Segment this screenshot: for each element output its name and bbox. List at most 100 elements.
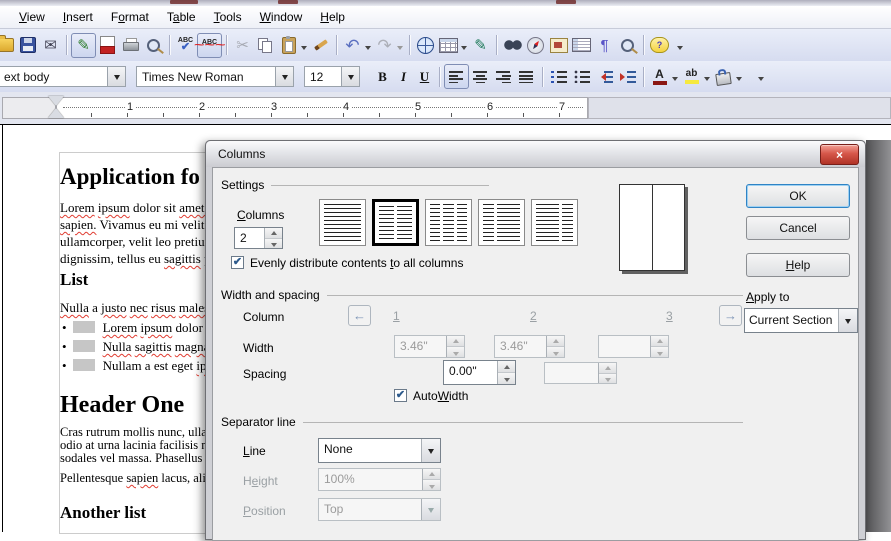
ruler-tabstops: [91, 113, 577, 117]
preset-left-narrow[interactable]: [478, 199, 525, 246]
indent-marker[interactable]: [48, 96, 64, 120]
highlighting-dropdown-icon[interactable]: [704, 77, 710, 84]
gallery-icon[interactable]: [547, 34, 570, 57]
dialog-body: Settings Columns 2 ✔ Evenly distribute c…: [212, 167, 859, 541]
column-number-2: 2: [530, 309, 537, 323]
toolbar-separator: [542, 67, 543, 87]
dropdown-arrow-icon[interactable]: [421, 439, 440, 462]
increase-indent-icon[interactable]: [616, 65, 639, 88]
preset-right-narrow[interactable]: [531, 199, 578, 246]
menu-tools[interactable]: Tools: [205, 8, 251, 26]
bullet-list-icon[interactable]: [570, 65, 593, 88]
data-sources-icon[interactable]: [570, 34, 593, 57]
help-icon[interactable]: ?: [648, 34, 671, 57]
font-color-icon[interactable]: A: [648, 65, 671, 88]
copy-icon[interactable]: [254, 34, 277, 57]
menu-format[interactable]: Format: [102, 8, 158, 26]
menu-window[interactable]: Window: [251, 8, 312, 26]
undo-dropdown-icon[interactable]: [365, 46, 371, 53]
toolbar-separator: [496, 35, 497, 55]
spinner-arrows[interactable]: [497, 361, 515, 384]
print-icon[interactable]: [119, 34, 142, 57]
paste-icon[interactable]: [277, 34, 300, 57]
formatting-marks-icon[interactable]: ¶: [593, 34, 616, 57]
menu-table[interactable]: Table: [158, 8, 205, 26]
align-left-icon[interactable]: [444, 64, 469, 89]
page-preview-icon[interactable]: [142, 34, 165, 57]
find-replace-icon[interactable]: [501, 34, 524, 57]
distribute-checkbox[interactable]: ✔: [231, 256, 244, 269]
insert-table-icon[interactable]: [437, 34, 460, 57]
highlighting-icon[interactable]: ab: [680, 65, 703, 88]
font-name-combo[interactable]: Times New Roman: [136, 66, 294, 87]
autowidth-label[interactable]: AutoWidth: [413, 389, 468, 403]
size-dropdown-icon[interactable]: [341, 67, 359, 86]
ruler-number: 3: [269, 101, 279, 113]
numbered-list-icon[interactable]: [547, 65, 570, 88]
ruler-number: 1: [125, 101, 135, 113]
width-row-label: Width: [243, 341, 274, 355]
spin-down-icon[interactable]: [265, 239, 282, 249]
edit-mode-icon[interactable]: ✎: [71, 33, 96, 58]
navigator-icon[interactable]: [524, 34, 547, 57]
align-center-icon[interactable]: [469, 65, 492, 88]
columns-count-spinner[interactable]: 2: [234, 227, 283, 249]
spin-up-icon[interactable]: [265, 228, 282, 239]
ruler-number: 4: [341, 101, 351, 113]
zoom-icon[interactable]: [616, 34, 639, 57]
toolbar-overflow-icon[interactable]: [677, 46, 683, 53]
ruler-scale: 1 2 3 4 5 6 7: [56, 97, 588, 119]
close-icon[interactable]: ×: [820, 144, 859, 165]
line-style-dropdown[interactable]: None: [318, 438, 441, 463]
distribute-label[interactable]: Evenly distribute contents to all column…: [250, 256, 463, 270]
italic-button[interactable]: I: [393, 66, 414, 87]
clone-formatting-icon[interactable]: [309, 34, 332, 57]
apply-to-dropdown[interactable]: Current Section: [744, 308, 858, 333]
email-icon[interactable]: ✉: [39, 34, 62, 57]
spinner-arrows[interactable]: [264, 228, 282, 248]
menu-help[interactable]: Help: [311, 8, 354, 26]
scroll-columns-left-icon[interactable]: ←: [348, 305, 371, 326]
preset-one-column[interactable]: [319, 199, 366, 246]
dialog-titlebar[interactable]: Columns: [206, 141, 865, 167]
autowidth-checkbox[interactable]: ✔: [394, 389, 407, 402]
save-icon[interactable]: [16, 34, 39, 57]
help-button[interactable]: Help: [746, 253, 850, 277]
export-pdf-icon[interactable]: [96, 34, 119, 57]
background-color-icon[interactable]: [712, 65, 735, 88]
align-right-icon[interactable]: [492, 65, 515, 88]
bold-button[interactable]: B: [372, 66, 393, 87]
style-dropdown-icon[interactable]: [107, 67, 125, 86]
draw-functions-icon[interactable]: ✎: [469, 34, 492, 57]
underline-button[interactable]: U: [414, 66, 435, 87]
hyperlink-icon[interactable]: [414, 34, 437, 57]
toolbar-overflow-icon[interactable]: [758, 77, 764, 84]
dropdown-arrow-icon[interactable]: [838, 309, 857, 332]
background-color-dropdown-icon[interactable]: [736, 77, 742, 84]
cancel-button[interactable]: Cancel: [746, 216, 850, 240]
menu-view[interactable]: View: [10, 8, 54, 26]
table-dropdown-icon[interactable]: [461, 46, 467, 53]
open-icon[interactable]: [0, 34, 16, 57]
doc-list-item: •Nulla sagittis magna at: [62, 339, 222, 355]
spacing-spinner-1[interactable]: 0.00": [443, 360, 516, 385]
decrease-indent-icon[interactable]: [593, 65, 616, 88]
ok-button[interactable]: OK: [746, 184, 850, 208]
font-dropdown-icon[interactable]: [275, 67, 293, 86]
font-size-combo[interactable]: 12: [304, 66, 360, 87]
autospellcheck-icon[interactable]: ABC~~~: [197, 33, 222, 58]
scroll-columns-right-icon[interactable]: →: [719, 305, 742, 326]
preset-two-columns-selected[interactable]: [372, 199, 419, 246]
formatting-toolbar: ext body Times New Roman 12 B I U A ab: [0, 61, 891, 93]
align-justify-icon[interactable]: [515, 65, 538, 88]
undo-icon[interactable]: ↶: [341, 34, 364, 57]
spin-down-icon[interactable]: [498, 373, 515, 384]
paste-dropdown-icon[interactable]: [301, 46, 307, 53]
preset-three-columns[interactable]: [425, 199, 472, 246]
menu-insert[interactable]: Insert: [54, 8, 102, 26]
paragraph-style-combo[interactable]: ext body: [0, 66, 126, 87]
column-number-1: 1: [393, 309, 400, 323]
toolbar-separator: [643, 67, 644, 87]
font-color-dropdown-icon[interactable]: [672, 77, 678, 84]
spin-up-icon[interactable]: [498, 361, 515, 373]
